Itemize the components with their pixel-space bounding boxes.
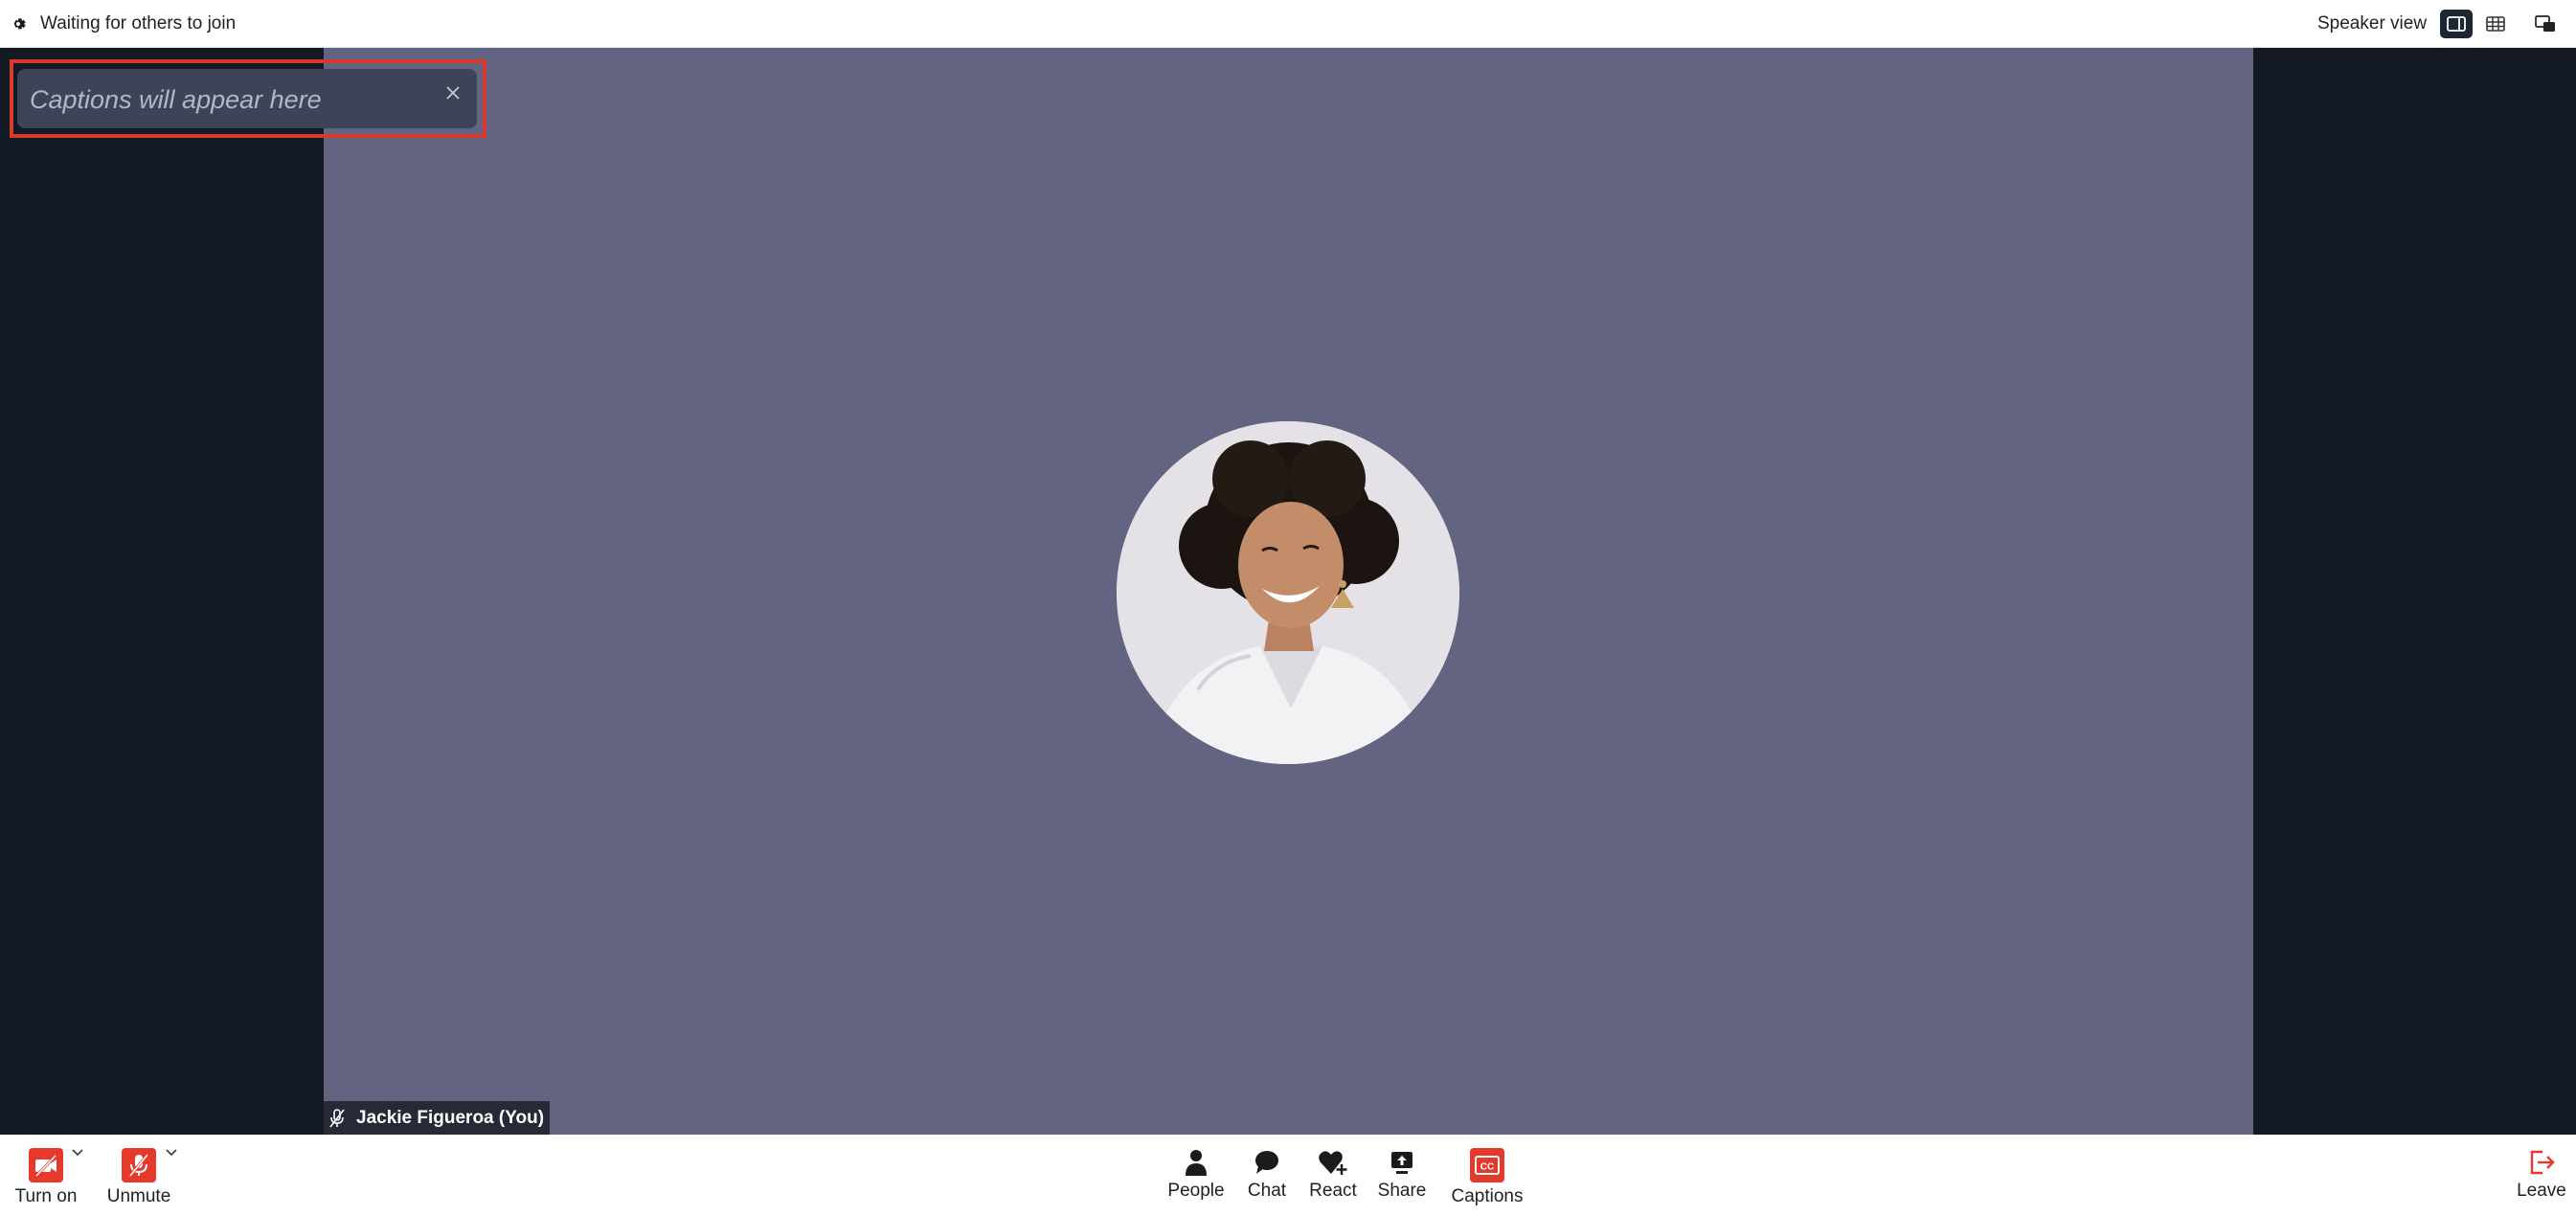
captions-cc-icon: CC xyxy=(1470,1148,1504,1182)
react-button[interactable]: React xyxy=(1306,1148,1360,1202)
mic-label: Unmute xyxy=(106,1186,171,1206)
camera-off-icon xyxy=(29,1148,63,1182)
mic-off-icon xyxy=(329,1108,345,1127)
svg-text:CC: CC xyxy=(1480,1162,1494,1173)
people-button[interactable]: People xyxy=(1163,1148,1230,1202)
people-icon xyxy=(1186,1150,1207,1176)
view-mode-label: Speaker view xyxy=(2317,13,2428,34)
react-label: React xyxy=(1309,1181,1357,1201)
meeting-status: Waiting for others to join xyxy=(40,13,237,34)
chat-label: Chat xyxy=(1247,1181,1287,1201)
captions-label: Captions xyxy=(1451,1186,1524,1206)
popout-icon xyxy=(2535,15,2555,32)
chevron-down-icon[interactable] xyxy=(71,1148,84,1158)
avatar xyxy=(1117,421,1459,764)
popout-button[interactable] xyxy=(2528,10,2561,38)
speaker-view-icon xyxy=(2447,16,2466,32)
gear-icon[interactable] xyxy=(8,13,29,34)
captions-placeholder: Captions will appear here xyxy=(30,85,322,114)
mic-button[interactable]: Unmute xyxy=(103,1148,174,1207)
leave-icon xyxy=(2530,1150,2555,1175)
camera-label: Turn on xyxy=(14,1186,78,1206)
chevron-down-icon[interactable] xyxy=(165,1148,178,1158)
grid-view-button[interactable] xyxy=(2479,10,2512,38)
chat-icon xyxy=(1255,1151,1278,1174)
share-button[interactable]: Share xyxy=(1375,1148,1429,1202)
captions-button[interactable]: CC Captions xyxy=(1448,1148,1526,1207)
camera-button[interactable]: Turn on xyxy=(13,1148,79,1207)
chat-button[interactable]: Chat xyxy=(1242,1148,1292,1202)
participant-name: Jackie Figueroa (You) xyxy=(356,1107,545,1128)
top-bar: Waiting for others to join Speaker view xyxy=(0,0,2576,48)
leave-button[interactable]: Leave xyxy=(2513,1148,2570,1202)
people-label: People xyxy=(1167,1181,1225,1201)
captions-panel: Captions will appear here xyxy=(17,69,477,128)
share-screen-icon xyxy=(1391,1152,1412,1174)
speaker-view-button[interactable] xyxy=(2440,10,2473,38)
mic-off-icon xyxy=(122,1148,156,1182)
leave-label: Leave xyxy=(2517,1181,2566,1201)
participant-name-tag: Jackie Figueroa (You) xyxy=(324,1101,551,1135)
share-label: Share xyxy=(1377,1181,1427,1201)
close-icon[interactable] xyxy=(444,84,462,101)
react-icon xyxy=(1319,1151,1347,1175)
grid-view-icon xyxy=(2486,16,2505,32)
bottom-toolbar: Turn on Unmute People Chat React Share C… xyxy=(0,1135,2576,1216)
